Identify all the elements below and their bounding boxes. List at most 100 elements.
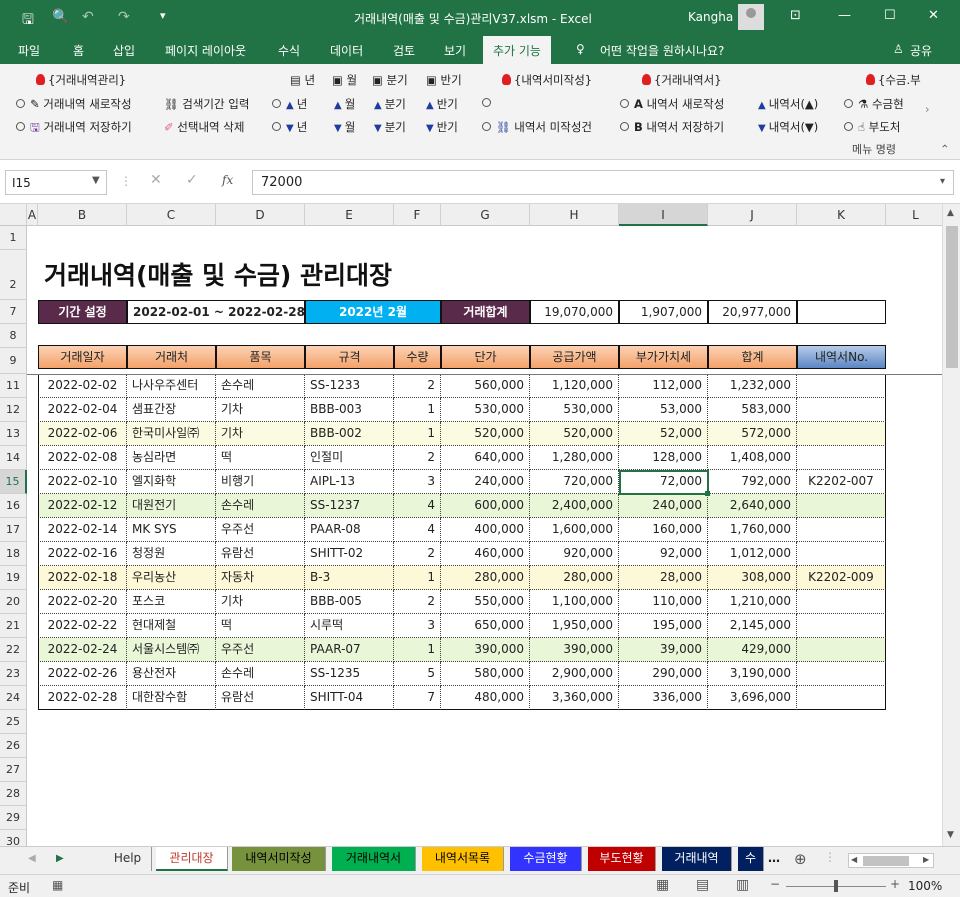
save-icon[interactable]: 🖫: [22, 9, 34, 33]
table-cell[interactable]: 460,000: [441, 542, 530, 566]
table-cell[interactable]: 2,400,000: [530, 494, 619, 518]
table-cell[interactable]: 농심라면: [127, 446, 216, 470]
table-cell[interactable]: K2202-009: [797, 566, 886, 590]
table-cell[interactable]: 2,145,000: [708, 614, 797, 638]
normal-view-icon[interactable]: ▦: [656, 877, 669, 893]
horizontal-scrollbar[interactable]: ◀ ▶: [848, 853, 934, 868]
table-cell[interactable]: 2: [394, 374, 441, 398]
table-cell[interactable]: 인절미: [305, 446, 394, 470]
col-header-l[interactable]: L: [886, 204, 942, 226]
row-header[interactable]: 24: [0, 686, 27, 710]
table-cell[interactable]: 현대제철: [127, 614, 216, 638]
row-header[interactable]: 13: [0, 422, 27, 446]
maximize-icon[interactable]: ☐: [884, 8, 896, 23]
year-down-button[interactable]: ▼ 년: [272, 119, 307, 135]
ribbon-display-icon[interactable]: ⊡: [790, 8, 801, 23]
zoom-in-icon[interactable]: +: [890, 877, 900, 891]
table-cell[interactable]: 2: [394, 542, 441, 566]
tab-addins[interactable]: 추가 기능: [483, 36, 551, 64]
sheet-tab[interactable]: 수금현황: [510, 847, 582, 871]
vertical-scrollbar[interactable]: ▲ ▼: [942, 204, 960, 846]
table-cell[interactable]: 280,000: [441, 566, 530, 590]
table-cell[interactable]: BBB-005: [305, 590, 394, 614]
table-cell[interactable]: B-3: [305, 566, 394, 590]
table-cell[interactable]: 792,000: [708, 470, 797, 494]
page-layout-view-icon[interactable]: ▤: [696, 877, 709, 893]
row-header[interactable]: 30: [0, 830, 27, 846]
month-up-button[interactable]: ▲ 월: [334, 96, 355, 112]
customize-qat-icon[interactable]: ▾: [160, 9, 166, 22]
hscroll-thumb[interactable]: [863, 856, 909, 866]
table-cell[interactable]: [797, 542, 886, 566]
table-cell[interactable]: 530,000: [441, 398, 530, 422]
table-cell[interactable]: 3,360,000: [530, 686, 619, 710]
scroll-left-icon[interactable]: ◀: [851, 855, 857, 864]
sheet-tab[interactable]: Help: [104, 847, 152, 871]
column-header[interactable]: 품목: [216, 345, 305, 369]
table-cell[interactable]: 52,000: [619, 422, 708, 446]
table-cell[interactable]: 1: [394, 566, 441, 590]
table-cell[interactable]: 390,000: [530, 638, 619, 662]
period-value[interactable]: 2022-02-01 ~ 2022-02-28: [127, 300, 305, 324]
table-cell[interactable]: 572,000: [708, 422, 797, 446]
table-cell[interactable]: 336,000: [619, 686, 708, 710]
table-cell[interactable]: 비행기: [216, 470, 305, 494]
table-cell[interactable]: 샘표간장: [127, 398, 216, 422]
period-quarter-button[interactable]: ▣ 분기: [372, 72, 408, 88]
zoom-out-icon[interactable]: −: [770, 877, 780, 891]
table-cell[interactable]: 2022-02-24: [38, 638, 127, 662]
table-cell[interactable]: 대한잠수함: [127, 686, 216, 710]
table-cell[interactable]: 유람선: [216, 542, 305, 566]
table-cell[interactable]: [797, 518, 886, 542]
collection-button[interactable]: ⚗ 수금현: [844, 96, 904, 112]
table-cell[interactable]: 480,000: [441, 686, 530, 710]
table-cell[interactable]: 240,000: [441, 470, 530, 494]
function-icon[interactable]: fx: [222, 173, 233, 187]
table-cell[interactable]: [797, 398, 886, 422]
col-header-f[interactable]: F: [394, 204, 441, 226]
col-header-a[interactable]: A: [27, 204, 38, 226]
table-cell[interactable]: 1,950,000: [530, 614, 619, 638]
scroll-thumb[interactable]: [946, 226, 958, 368]
table-cell[interactable]: 1: [394, 422, 441, 446]
row-header[interactable]: 28: [0, 782, 27, 806]
table-cell[interactable]: 2022-02-22: [38, 614, 127, 638]
table-cell[interactable]: 2022-02-14: [38, 518, 127, 542]
half-up-button[interactable]: ▲ 반기: [426, 96, 458, 112]
avatar[interactable]: [738, 4, 764, 30]
table-cell[interactable]: 3,696,000: [708, 686, 797, 710]
table-cell[interactable]: 우리농산: [127, 566, 216, 590]
table-cell[interactable]: 2022-02-20: [38, 590, 127, 614]
row-header[interactable]: 19: [0, 566, 27, 590]
formula-input[interactable]: 72000: [252, 170, 954, 195]
table-cell[interactable]: 한국미사일㈜: [127, 422, 216, 446]
column-header[interactable]: 수량: [394, 345, 441, 369]
search-period-button[interactable]: ⛓ 검색기간 입력: [164, 96, 249, 112]
total-supply[interactable]: 19,070,000: [530, 300, 619, 324]
table-cell[interactable]: 엘지화학: [127, 470, 216, 494]
row-header[interactable]: 21: [0, 614, 27, 638]
col-header-e[interactable]: E: [305, 204, 394, 226]
col-header-b[interactable]: B: [38, 204, 127, 226]
tab-file[interactable]: 파일: [18, 42, 40, 59]
zoom-slider-thumb[interactable]: [834, 880, 838, 892]
month-value[interactable]: 2022년 2월: [305, 300, 441, 324]
row-header[interactable]: 15: [0, 470, 27, 494]
table-cell[interactable]: 포스코: [127, 590, 216, 614]
table-cell[interactable]: 나사우주센터: [127, 374, 216, 398]
row-header[interactable]: 26: [0, 734, 27, 758]
table-cell[interactable]: 떡: [216, 614, 305, 638]
row-header[interactable]: 12: [0, 398, 27, 422]
row-header[interactable]: 25: [0, 710, 27, 734]
table-cell[interactable]: BBB-002: [305, 422, 394, 446]
table-cell[interactable]: 3: [394, 470, 441, 494]
table-cell[interactable]: PAAR-08: [305, 518, 394, 542]
save-transaction-button[interactable]: 🖫 거래내역 저장하기: [16, 119, 132, 139]
table-cell[interactable]: 손수레: [216, 662, 305, 686]
table-cell[interactable]: 4: [394, 494, 441, 518]
col-header-k[interactable]: K: [797, 204, 886, 226]
table-cell[interactable]: SHITT-04: [305, 686, 394, 710]
column-header[interactable]: 단가: [441, 345, 530, 369]
table-cell[interactable]: 7: [394, 686, 441, 710]
statement-prev-button[interactable]: ▲ 내역서(▲): [758, 96, 818, 112]
